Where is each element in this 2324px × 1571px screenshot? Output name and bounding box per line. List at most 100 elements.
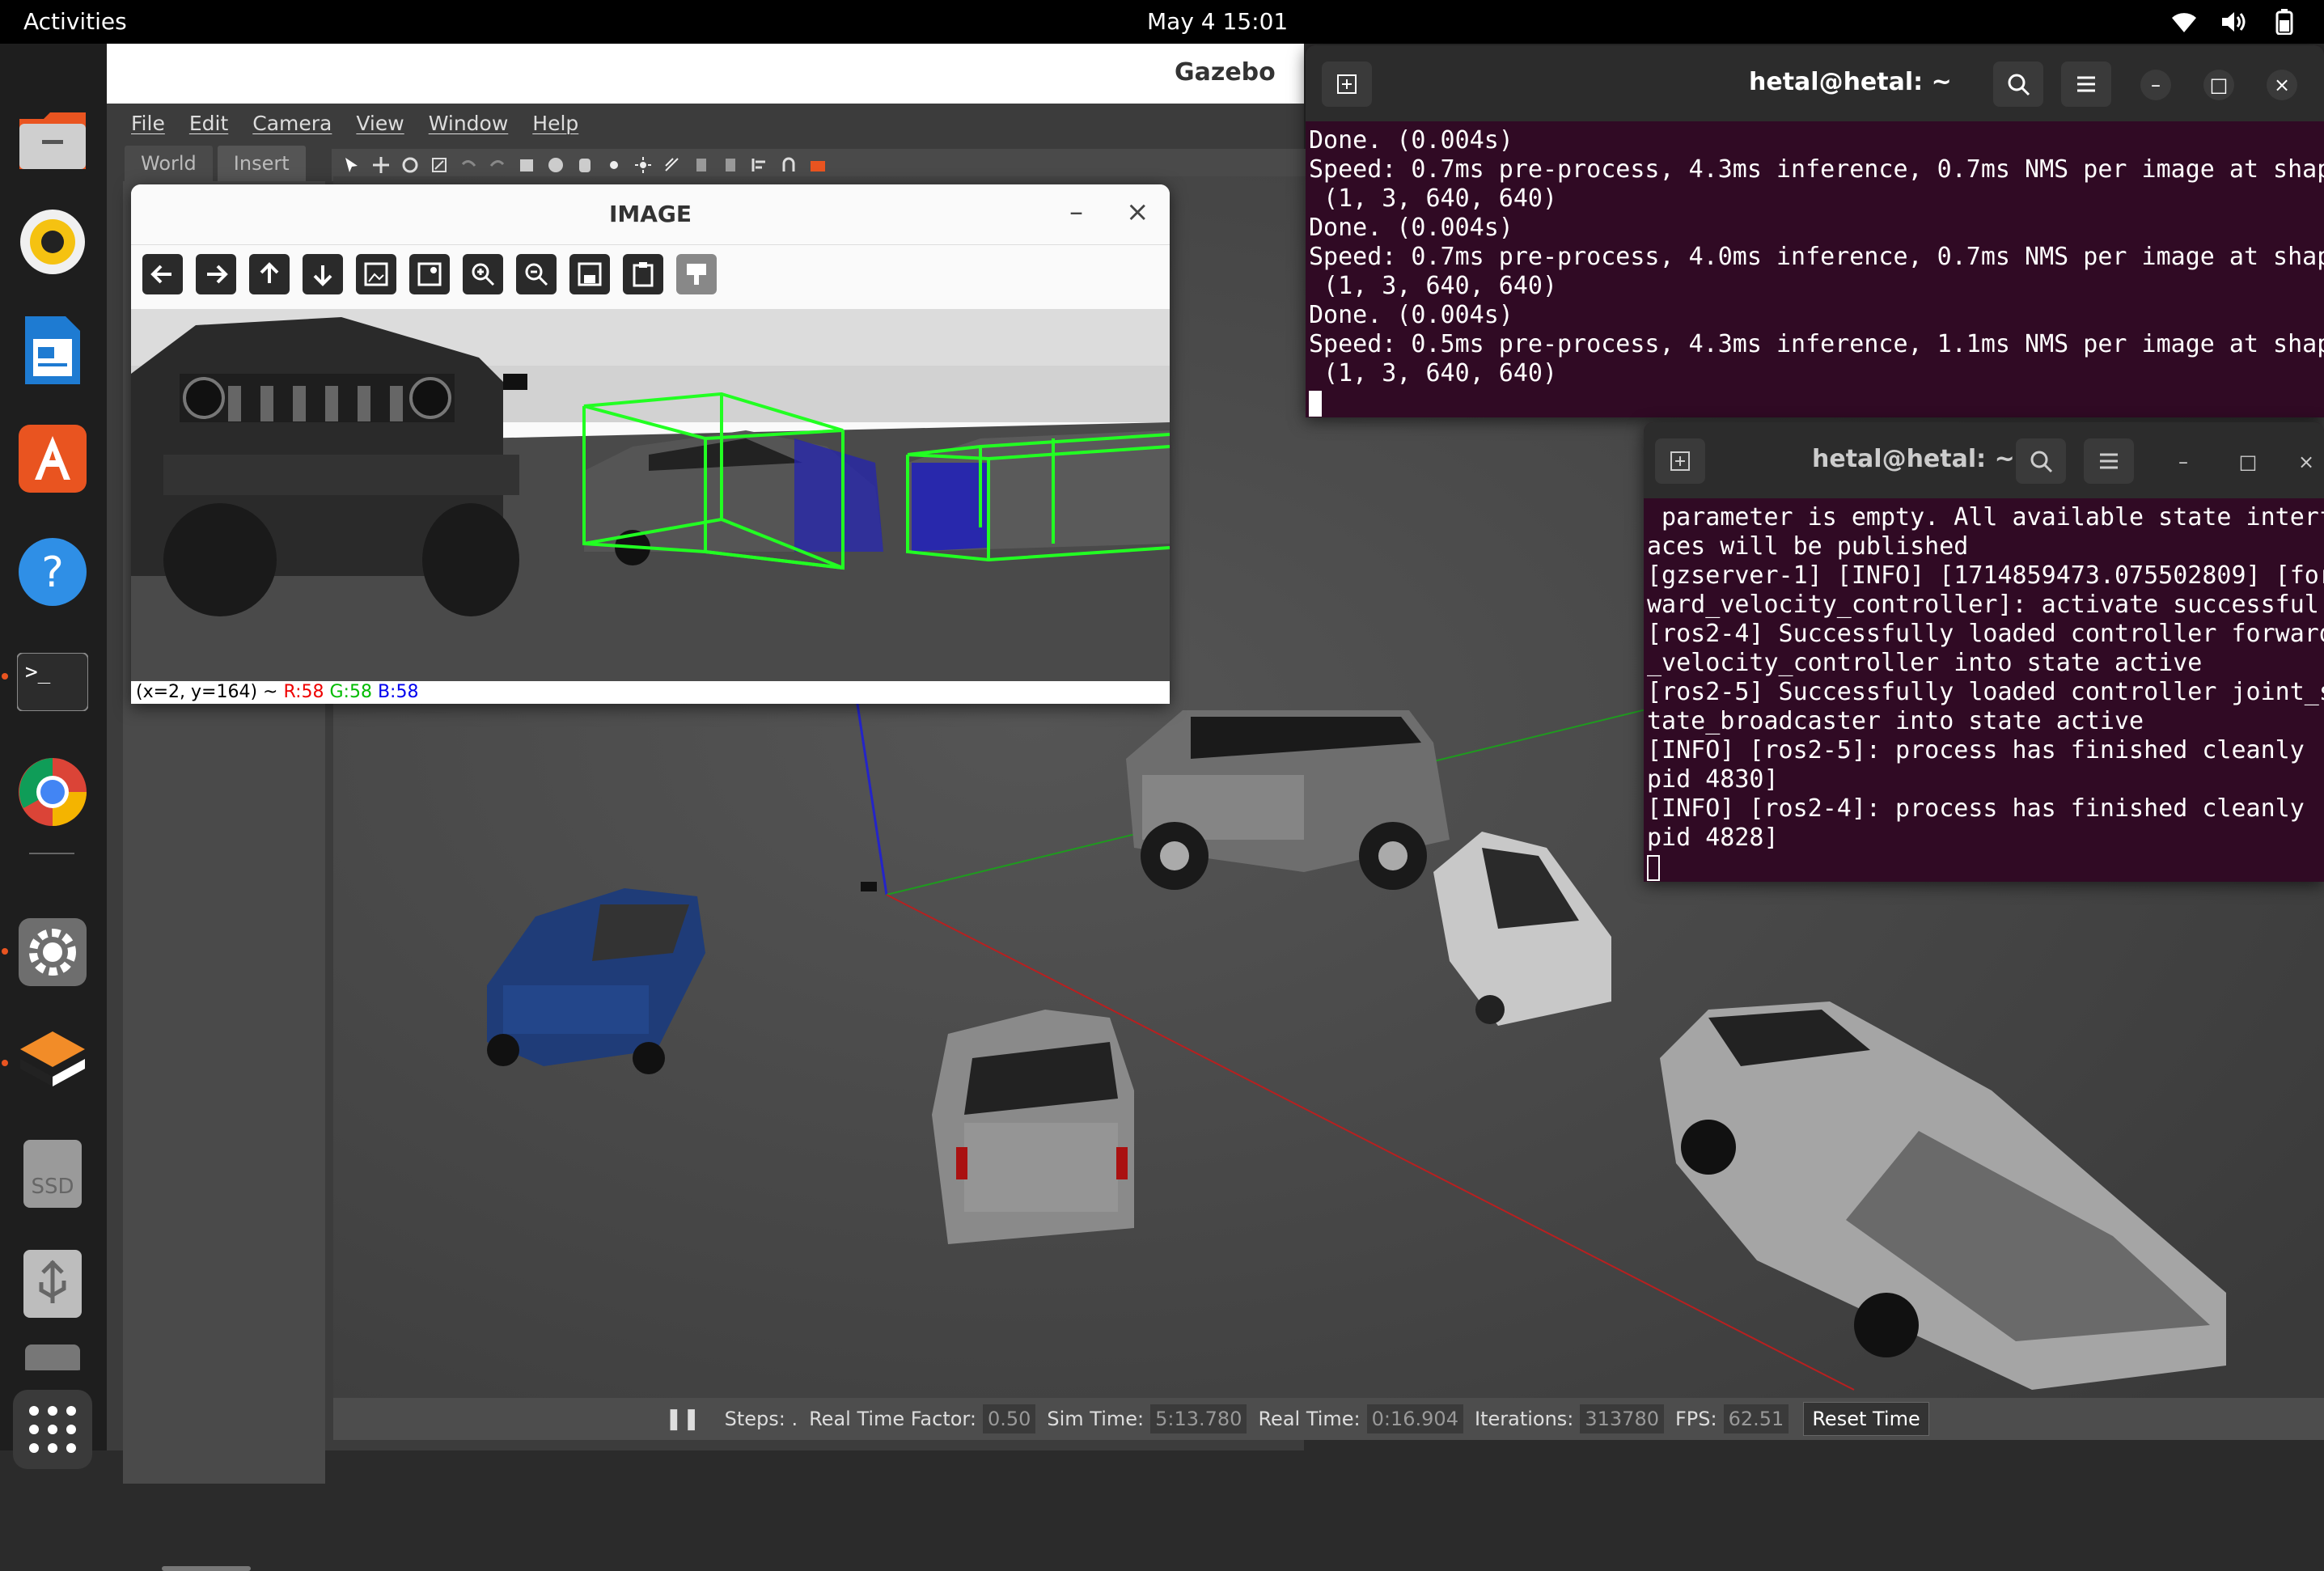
sim-time-label: Sim Time: [1047, 1408, 1145, 1430]
sim-time-value: 5:13.780 [1150, 1404, 1247, 1433]
tab-world[interactable]: World [125, 146, 213, 181]
tab-insert[interactable]: Insert [217, 146, 306, 181]
terminal-output[interactable]: parameter is empty. All available state … [1647, 503, 2324, 882]
redo-icon[interactable] [487, 155, 508, 176]
spot-light-icon[interactable] [633, 155, 654, 176]
new-tab-icon[interactable] [1322, 61, 1372, 107]
minimize-icon[interactable]: – [2140, 70, 2171, 100]
hummer-front-view [131, 317, 527, 616]
reset-time-button[interactable]: Reset Time [1803, 1402, 1929, 1436]
app-center-icon[interactable] [13, 419, 92, 498]
clipboard-icon[interactable] [623, 254, 663, 294]
new-tab-icon[interactable] [1655, 438, 1705, 484]
steps-label[interactable]: Steps: . [725, 1408, 798, 1430]
arrow-up-icon[interactable] [249, 254, 290, 294]
terminal-window-2: hetal@hetal: ~ – □ × parameter is empty.… [1644, 422, 2324, 882]
panel-tabs: World Insert [125, 146, 306, 181]
drive-icon[interactable] [13, 1338, 92, 1370]
translate-tool-icon[interactable] [370, 155, 392, 176]
camera-image[interactable] [131, 309, 1170, 681]
system-tray[interactable] [2170, 8, 2298, 36]
select-tool-icon[interactable] [341, 155, 362, 176]
maximize-icon[interactable]: □ [2233, 447, 2263, 477]
terminal-line: Done. (0.004s) [1309, 214, 1513, 242]
terminal-cursor [1647, 854, 1660, 881]
arrow-down-icon[interactable] [303, 254, 343, 294]
activities-button[interactable]: Activities [23, 8, 127, 35]
image-icon[interactable] [356, 254, 396, 294]
copy-icon[interactable] [691, 155, 712, 176]
volume-icon[interactable] [2220, 8, 2248, 36]
ssd-drive-icon[interactable]: SSD [13, 1134, 92, 1213]
menu-camera[interactable]: Camera [243, 112, 341, 135]
cylinder-shape-icon[interactable] [574, 155, 595, 176]
pause-icon[interactable]: ❚❚ [665, 1407, 701, 1431]
scale-tool-icon[interactable] [429, 155, 450, 176]
terminal-window-1: hetal@hetal: ~ – □ × Done. (0.004s) Speed… [1306, 45, 2324, 417]
box-shape-icon[interactable] [516, 155, 537, 176]
terminal-titlebar[interactable]: hetal@hetal: ~ – □ × [1306, 45, 2324, 121]
directional-light-icon[interactable] [662, 155, 683, 176]
menu-help[interactable]: Help [523, 112, 588, 135]
screenshot-icon[interactable] [807, 155, 828, 176]
ros-app-icon[interactable] [13, 1023, 92, 1102]
panel-scrollbar[interactable] [162, 1566, 251, 1571]
menu-file[interactable]: File [121, 112, 175, 135]
menu-edit[interactable]: Edit [180, 112, 238, 135]
hamburger-menu-icon[interactable] [2061, 61, 2111, 107]
zoom-out-icon[interactable] [516, 254, 557, 294]
save-icon[interactable] [569, 254, 610, 294]
running-indicator [2, 948, 8, 955]
paste-icon[interactable] [720, 155, 741, 176]
search-icon[interactable] [2016, 438, 2066, 484]
close-button[interactable]: × [1126, 196, 1149, 228]
gazebo-titlebar[interactable]: Gazebo [107, 44, 1304, 104]
chrome-icon[interactable] [13, 752, 92, 832]
hummer-model[interactable] [1126, 710, 1450, 890]
robot-model[interactable] [861, 882, 877, 891]
arrow-right-icon[interactable] [196, 254, 236, 294]
point-light-icon[interactable] [603, 155, 624, 176]
files-icon[interactable] [13, 100, 92, 180]
close-icon[interactable]: × [2267, 70, 2297, 100]
show-apps-icon[interactable] [13, 1390, 92, 1469]
image-settings-icon[interactable] [409, 254, 450, 294]
terminal-line: tate_broadcaster into state active [1647, 707, 2144, 735]
search-icon[interactable] [1993, 61, 2043, 107]
running-indicator [2, 1060, 8, 1066]
undo-icon[interactable] [458, 155, 479, 176]
menu-window[interactable]: Window [419, 112, 519, 135]
terminal-output[interactable]: Done. (0.004s) Speed: 0.7ms pre-process, … [1309, 126, 2324, 417]
hamburger-menu-icon[interactable] [2084, 438, 2134, 484]
image-titlebar[interactable]: IMAGE – × [131, 184, 1170, 245]
terminal-line: Speed: 0.7ms pre-process, 4.0ms inferenc… [1309, 243, 2324, 271]
maximize-icon[interactable]: □ [2203, 70, 2234, 100]
grey-hatchback-model[interactable] [932, 1010, 1134, 1244]
sphere-shape-icon[interactable] [545, 155, 566, 176]
writer-icon[interactable] [13, 311, 92, 390]
terminal-titlebar[interactable]: hetal@hetal: ~ – □ × [1644, 422, 2324, 498]
terminal-line: [INFO] [ros2-5]: process has finished cl… [1647, 736, 2324, 764]
terminal-line: parameter is empty. All available state … [1647, 503, 2324, 531]
help-icon[interactable]: ? [13, 532, 92, 612]
rotate-tool-icon[interactable] [400, 155, 421, 176]
terminal-icon[interactable]: >_ [13, 642, 92, 722]
fps-value: 62.51 [1723, 1404, 1789, 1433]
snap-icon[interactable] [778, 155, 799, 176]
zoom-in-icon[interactable] [463, 254, 503, 294]
close-icon[interactable]: × [2291, 447, 2322, 477]
minimize-button[interactable]: – [1069, 196, 1083, 228]
gazebo-status-bar: ❚❚ Steps: . Real Time Factor: 0.50 Sim T… [333, 1398, 2324, 1440]
rhythmbox-icon[interactable] [13, 202, 92, 282]
align-icon[interactable] [749, 155, 770, 176]
battery-icon[interactable] [2271, 8, 2298, 36]
wifi-icon[interactable] [2170, 8, 2198, 36]
minimize-icon[interactable]: – [2168, 447, 2199, 477]
menu-view[interactable]: View [346, 112, 413, 135]
settings-icon[interactable] [13, 913, 92, 992]
clock[interactable]: May 4 15:01 [1147, 8, 1288, 35]
terminal-title: hetal@hetal: ~ [1812, 445, 2015, 473]
usb-drive-icon[interactable] [13, 1244, 92, 1323]
arrow-left-icon[interactable] [142, 254, 183, 294]
properties-icon[interactable] [676, 254, 717, 294]
